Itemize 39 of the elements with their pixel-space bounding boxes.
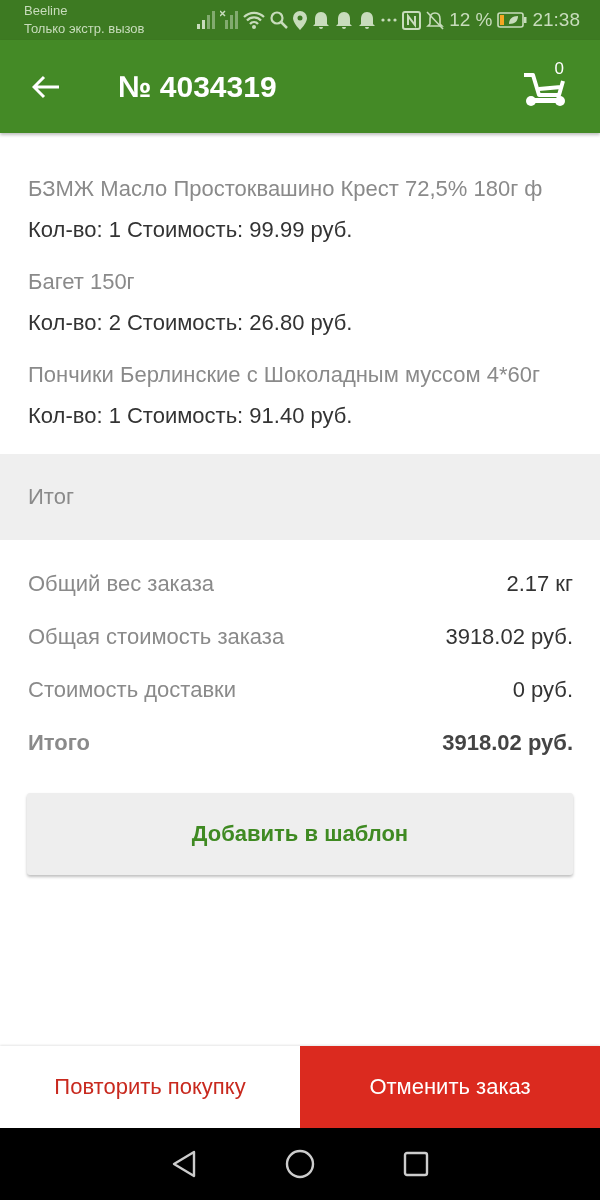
summary-value: 3918.02 руб. (442, 729, 573, 757)
home-icon[interactable] (285, 1149, 315, 1179)
order-number: № 4034319 (118, 69, 278, 104)
summary-label: Общий вес заказа (28, 570, 215, 598)
product-details: Кол-во: 2 Стоимость: 26.80 руб. (28, 309, 354, 337)
summary-value: 0 руб. (512, 676, 573, 704)
carrier-name: Beeline (24, 2, 69, 20)
signal-icon (197, 10, 216, 30)
bell-icon (312, 10, 331, 30)
location-icon (293, 10, 308, 30)
cancel-order-button[interactable]: Отменить заказ (300, 1046, 600, 1128)
product-name: Багет 150г (28, 268, 136, 296)
section-heading: Итог (28, 484, 74, 510)
search-icon (270, 11, 289, 29)
battery-icon (497, 12, 528, 28)
add-to-template-button[interactable]: Добавить в шаблон (27, 793, 573, 875)
product-name: БЗМЖ Масло Простоквашино Крест 72,5% 180г ф (28, 175, 544, 203)
summary-label: Общая стоимость заказа (28, 623, 285, 651)
bell-off-icon (426, 10, 445, 30)
bell-icon (358, 10, 377, 30)
summary-label: Стоимость доставки (28, 676, 236, 704)
network-status: Только экстр. вызов (24, 20, 146, 38)
nfc-icon (402, 10, 422, 30)
repeat-purchase-button[interactable]: Повторить покупку (0, 1046, 300, 1128)
cart-count: 0 (554, 58, 564, 79)
bell-icon (335, 10, 354, 30)
summary-value: 2.17 кг (506, 570, 573, 598)
wifi-icon (243, 11, 266, 29)
summary-value: 3918.02 руб. (445, 623, 573, 651)
product-details: Кол-во: 1 Стоимость: 91.40 руб. (28, 402, 354, 430)
recents-icon[interactable] (403, 1151, 429, 1177)
summary-label: Итого (28, 729, 91, 757)
product-name: Пончики Берлинские с Шоколадным муссом 4*60г (28, 361, 542, 389)
clock-time: 21:38 (532, 9, 580, 31)
product-details: Кол-во: 1 Стоимость: 99.99 руб. (28, 216, 354, 244)
back-icon[interactable] (171, 1150, 197, 1178)
more-icon (381, 18, 398, 22)
no-signal-icon (220, 10, 239, 30)
battery-percent: 12 % (449, 9, 493, 31)
